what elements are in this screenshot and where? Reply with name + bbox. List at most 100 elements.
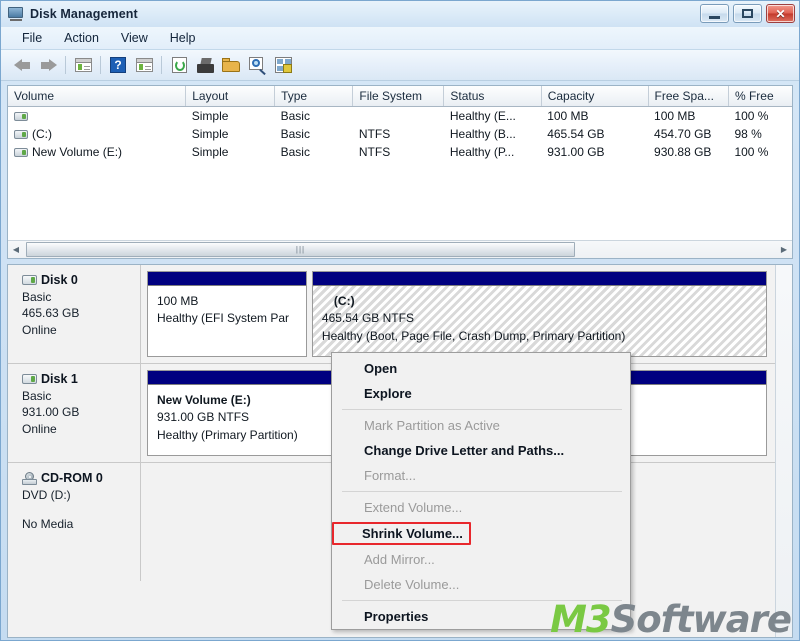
properties-button[interactable] (244, 53, 270, 77)
context-menu-item-explore[interactable]: Explore (332, 381, 630, 406)
context-menu-item-change-drive-letter-and-paths[interactable]: Change Drive Letter and Paths... (332, 438, 630, 463)
drive-icon (14, 112, 28, 121)
properties-magnifier-icon (248, 57, 266, 76)
back-arrow-icon (13, 58, 31, 72)
all-tasks-button[interactable] (270, 53, 296, 77)
context-menu-item-add-mirror: Add Mirror... (364, 552, 435, 567)
partition-c[interactable]: (C:) 465.54 GB NTFS Healthy (Boot, Page … (311, 271, 767, 357)
rescan-disks-button[interactable] (192, 53, 218, 77)
disk1-info[interactable]: Disk 1 Basic 931.00 GB Online (8, 364, 141, 462)
show-hide-action-pane-button[interactable] (131, 53, 157, 77)
table-row[interactable]: Simple Basic Healthy (E... 100 MB 100 MB… (8, 107, 792, 126)
cell-free-space: 100 MB (654, 109, 696, 123)
menu-bar: File Action View Help (1, 27, 799, 50)
maximize-button[interactable] (733, 4, 762, 23)
toolbar: ? (1, 50, 799, 81)
volume-list-pane: Volume Layout Type File System Status Ca… (7, 85, 793, 259)
cell-percent-free: 98 % (734, 127, 762, 141)
cdrom0-title: CD-ROM 0 (22, 471, 140, 485)
drive-icon (14, 130, 28, 139)
scrollbar-track[interactable]: ||| (24, 242, 776, 257)
context-menu-item-format: Format... (364, 468, 417, 483)
cell-status: Healthy (P... (449, 145, 515, 159)
column-header-capacity[interactable]: Capacity (541, 86, 649, 107)
drive-icon (14, 148, 28, 157)
context-menu-row-shrink-volume: Shrink Volume... (332, 520, 630, 547)
cell-volume (8, 107, 186, 126)
volume-table-header-row: Volume Layout Type File System Status Ca… (8, 86, 792, 107)
disk0-title: Disk 0 (22, 273, 140, 287)
table-row[interactable]: New Volume (E:) Simple Basic NTFS Health… (8, 143, 792, 161)
column-header-status[interactable]: Status (443, 86, 542, 107)
table-row[interactable]: (C:) Simple Basic NTFS Healthy (B... 465… (8, 125, 792, 143)
menu-action[interactable]: Action (53, 29, 110, 47)
cell-volume: (C:) (8, 125, 186, 143)
forward-arrow-icon (40, 58, 57, 72)
menu-help[interactable]: Help (159, 29, 207, 47)
disk1-type: Basic (22, 389, 52, 403)
back-button[interactable] (9, 53, 35, 77)
show-hide-console-tree-button[interactable] (70, 53, 96, 77)
column-header-volume[interactable]: Volume (8, 86, 187, 107)
title-bar: Disk Management ✕ (1, 1, 799, 27)
window-controls: ✕ (700, 4, 795, 23)
cell-status: Healthy (E... (449, 109, 516, 123)
toolbar-separator-1 (65, 56, 66, 74)
cdrom0-type: DVD (D:) (22, 488, 71, 502)
forward-button[interactable] (35, 53, 61, 77)
open-folder-icon (222, 58, 240, 72)
column-header-free-space[interactable]: Free Spa... (648, 86, 729, 107)
scroll-left-arrow-icon[interactable]: ◀ (8, 242, 24, 258)
column-header-type[interactable]: Type (274, 86, 354, 107)
refresh-button[interactable] (166, 53, 192, 77)
cdrom0-info[interactable]: CD-ROM 0 DVD (D:) No Media (8, 463, 141, 581)
help-button[interactable]: ? (105, 53, 131, 77)
column-header-percent-free[interactable]: % Free (728, 86, 792, 107)
partition-efi[interactable]: 100 MB Healthy (EFI System Par (147, 271, 307, 357)
context-menu-item-properties[interactable]: Properties (332, 604, 630, 629)
context-menu-separator-2 (342, 491, 622, 492)
partition-label: (C:) (333, 294, 355, 308)
cd-rom-icon (22, 471, 37, 485)
cell-percent-free: 100 % (734, 145, 769, 159)
disk-row-disk0[interactable]: Disk 0 Basic 465.63 GB Online 100 MB Hea… (8, 265, 775, 364)
disk0-name: Disk 0 (41, 273, 78, 287)
window-title: Disk Management (30, 7, 138, 21)
menu-view[interactable]: View (110, 29, 159, 47)
volume-table: Volume Layout Type File System Status Ca… (8, 86, 792, 161)
cell-volume-label: New Volume (E:) (32, 145, 123, 159)
scroll-right-arrow-icon[interactable]: ▶ (776, 242, 792, 258)
menu-file[interactable]: File (11, 29, 53, 47)
context-menu-item-shrink-volume[interactable]: Shrink Volume... (332, 522, 471, 545)
maximize-icon (742, 9, 753, 18)
partition-bar (148, 272, 306, 286)
disk0-partitions: 100 MB Healthy (EFI System Par (C:) 465.… (141, 265, 775, 363)
cell-layout: Simple (191, 127, 229, 141)
disk-management-window: Disk Management ✕ File Action View Help … (0, 0, 800, 641)
cell-layout: Simple (191, 145, 229, 159)
context-menu-item-open[interactable]: Open (332, 356, 630, 381)
partition-body: (C:) 465.54 GB NTFS Healthy (Boot, Page … (312, 286, 766, 356)
rescan-disks-icon (196, 57, 214, 73)
column-header-file-system[interactable]: File System (352, 86, 445, 107)
volume-list-horizontal-scrollbar[interactable]: ◀ ||| ▶ (8, 240, 792, 258)
minimize-button[interactable] (700, 4, 729, 23)
cell-status: Healthy (B... (449, 127, 516, 141)
toolbar-separator-2 (100, 56, 101, 74)
context-menu-separator-3 (342, 600, 622, 601)
column-header-layout[interactable]: Layout (185, 86, 276, 107)
close-button[interactable]: ✕ (766, 4, 795, 23)
disk-pane-vertical-scrollbar[interactable] (775, 265, 792, 637)
context-menu-item-delete-volume: Delete Volume... (364, 577, 460, 592)
cell-file-system: NTFS (358, 145, 391, 159)
cell-capacity: 465.54 GB (547, 127, 605, 141)
cell-free-space: 930.88 GB (654, 145, 712, 159)
cell-volume-label: (C:) (32, 127, 52, 141)
cell-type: Basic (280, 145, 310, 159)
cell-type: Basic (280, 127, 310, 141)
disk0-info[interactable]: Disk 0 Basic 465.63 GB Online (8, 265, 141, 363)
open-button[interactable] (218, 53, 244, 77)
scrollbar-thumb[interactable]: ||| (26, 242, 575, 257)
disk1-title: Disk 1 (22, 372, 140, 386)
hard-disk-icon (22, 374, 37, 384)
